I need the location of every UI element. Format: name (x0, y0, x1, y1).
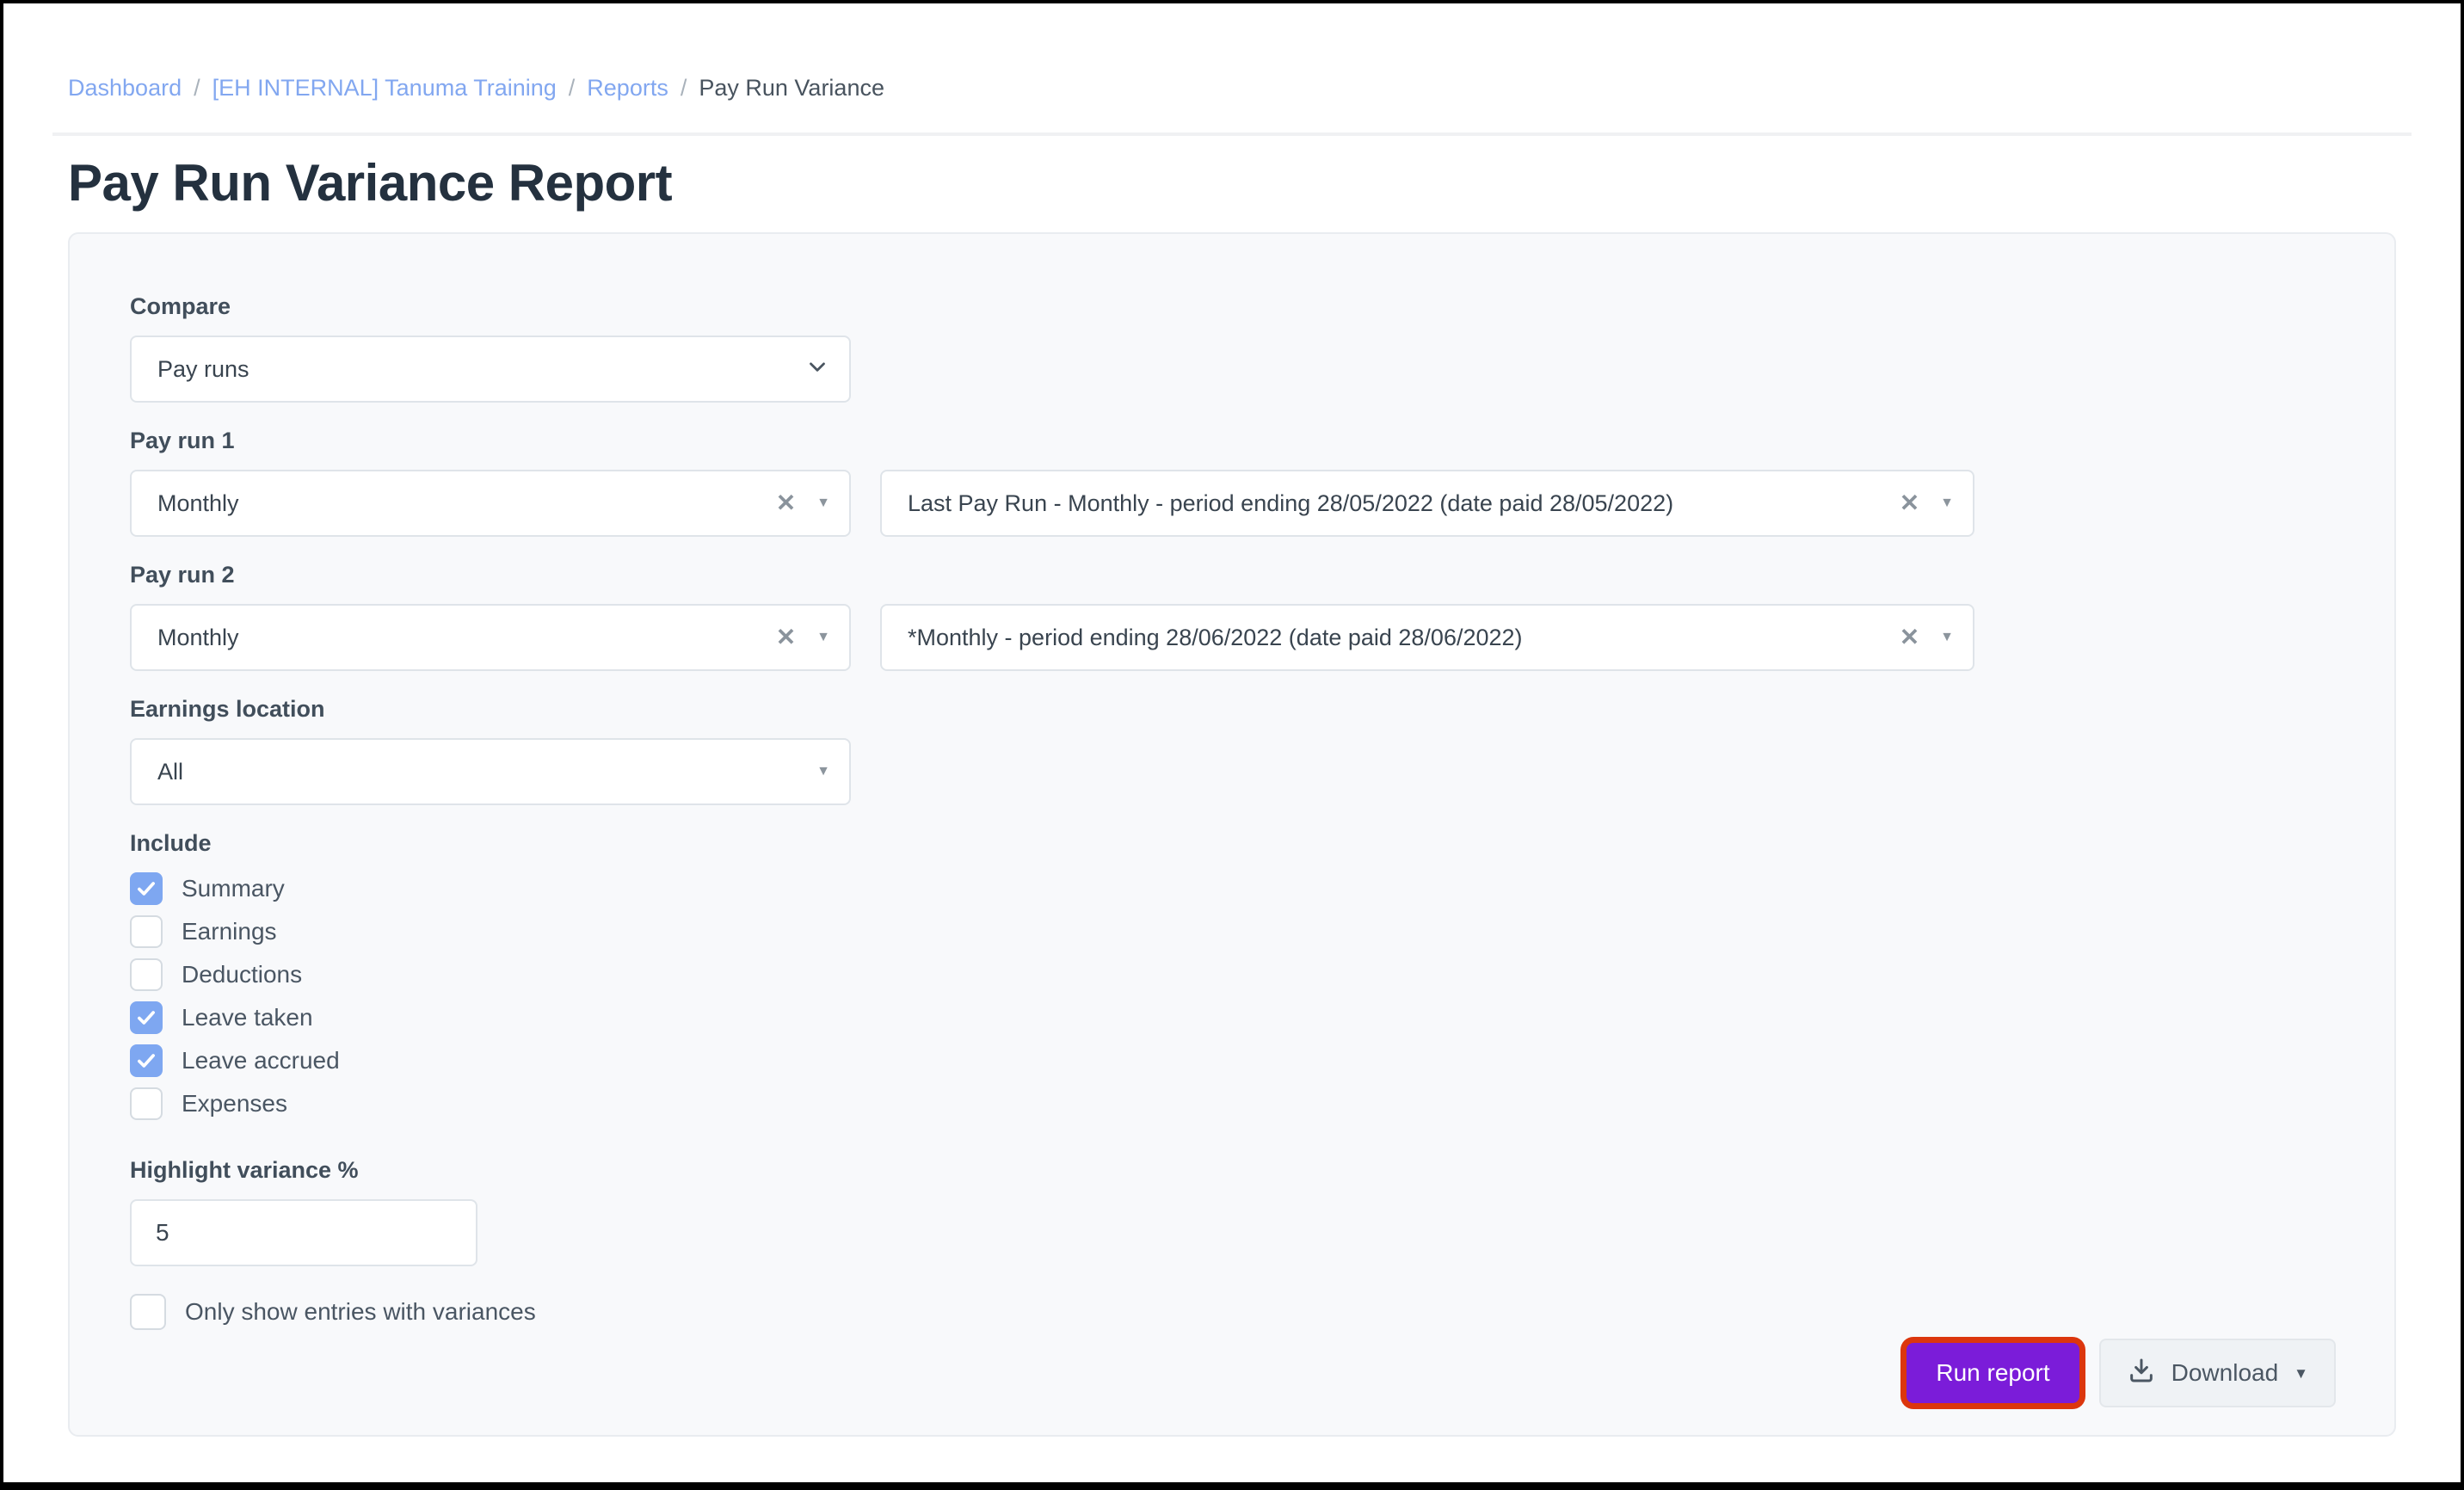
clear-icon[interactable]: ✕ (776, 625, 796, 650)
checkbox-label: Leave accrued (182, 1047, 340, 1074)
page-content: Dashboard / [EH INTERNAL] Tanuma Trainin… (3, 3, 2461, 1437)
clear-icon[interactable]: ✕ (776, 491, 796, 515)
highlight-variance-input[interactable] (130, 1199, 477, 1266)
pay-run-2-label: Pay run 2 (130, 561, 2336, 588)
report-settings-card: Compare Pay runs Pay run 1 Monthly ✕ ▼ (68, 232, 2396, 1437)
earnings-location-select[interactable]: All ▼ (130, 738, 851, 805)
pay-run-1-label: Pay run 1 (130, 427, 2336, 454)
leave-accrued-checkbox[interactable] (130, 1044, 163, 1077)
checkbox-row-earnings[interactable]: Earnings (130, 910, 2336, 953)
breadcrumb-organisation[interactable]: [EH INTERNAL] Tanuma Training (213, 74, 557, 102)
pay-run-2-field-group: Pay run 2 Monthly ✕ ▼ *Monthly - period … (130, 561, 2336, 671)
breadcrumb-separator: / (569, 74, 576, 102)
pay-run-2-schedule-value: Monthly (157, 625, 776, 651)
compare-select-value: Pay runs (157, 356, 804, 383)
pay-run-1-schedule-value: Monthly (157, 490, 776, 517)
earnings-location-label: Earnings location (130, 695, 2336, 723)
breadcrumb: Dashboard / [EH INTERNAL] Tanuma Trainin… (68, 3, 2396, 102)
leave-taken-checkbox[interactable] (130, 1001, 163, 1034)
caret-down-icon: ▼ (2294, 1366, 2308, 1381)
chevron-down-icon (804, 354, 830, 385)
checkmark-icon (135, 877, 157, 900)
compare-label: Compare (130, 292, 2336, 320)
summary-checkbox[interactable] (130, 872, 163, 905)
pay-run-2-payrun-value: *Monthly - period ending 28/06/2022 (dat… (908, 625, 1900, 651)
only-variances-checkbox[interactable] (130, 1294, 166, 1330)
checkmark-icon (135, 1007, 157, 1029)
download-icon (2127, 1356, 2156, 1391)
pay-run-1-payrun-value: Last Pay Run - Monthly - period ending 2… (908, 490, 1900, 517)
checkbox-label: Summary (182, 875, 285, 902)
include-label: Include (130, 829, 2336, 857)
earnings-location-value: All (157, 759, 816, 785)
deductions-checkbox[interactable] (130, 958, 163, 991)
compare-field-group: Compare Pay runs (130, 292, 2336, 403)
footer-actions: Run report Download ▼ (130, 1337, 2336, 1409)
checkbox-row-leave-taken[interactable]: Leave taken (130, 996, 2336, 1039)
clear-icon[interactable]: ✕ (1900, 491, 1919, 515)
breadcrumb-separator: / (681, 74, 687, 102)
caret-down-icon[interactable]: ▼ (1940, 631, 1954, 644)
breadcrumb-reports[interactable]: Reports (587, 74, 668, 102)
checkbox-label: Leave taken (182, 1004, 313, 1031)
include-field-group: Include Summary Earnings (130, 829, 2336, 1125)
checkbox-label: Earnings (182, 918, 277, 945)
only-variances-label: Only show entries with variances (185, 1298, 536, 1326)
pay-run-1-payrun-select[interactable]: Last Pay Run - Monthly - period ending 2… (880, 470, 1974, 537)
checkmark-icon (135, 1050, 157, 1072)
clear-icon[interactable]: ✕ (1900, 625, 1919, 650)
highlight-variance-field-group: Highlight variance % (130, 1156, 2336, 1266)
checkbox-label: Deductions (182, 961, 302, 988)
checkbox-row-summary[interactable]: Summary (130, 867, 2336, 910)
page-title: Pay Run Variance Report (68, 157, 2396, 210)
highlight-variance-label: Highlight variance % (130, 1156, 2336, 1184)
compare-select[interactable]: Pay runs (130, 336, 851, 403)
breadcrumb-separator: / (194, 74, 200, 102)
caret-down-icon[interactable]: ▼ (816, 765, 830, 779)
expenses-checkbox[interactable] (130, 1087, 163, 1120)
caret-down-icon[interactable]: ▼ (816, 496, 830, 510)
checkbox-row-leave-accrued[interactable]: Leave accrued (130, 1039, 2336, 1082)
download-button[interactable]: Download ▼ (2099, 1339, 2336, 1407)
breadcrumb-current-page: Pay Run Variance (699, 74, 884, 102)
only-variances-row[interactable]: Only show entries with variances (130, 1289, 2336, 1335)
pay-run-2-payrun-select[interactable]: *Monthly - period ending 28/06/2022 (dat… (880, 604, 1974, 671)
earnings-location-field-group: Earnings location All ▼ (130, 695, 2336, 805)
pay-run-1-schedule-select[interactable]: Monthly ✕ ▼ (130, 470, 851, 537)
pay-run-1-field-group: Pay run 1 Monthly ✕ ▼ Last Pay Run - Mon… (130, 427, 2336, 537)
screenshot-frame: Dashboard / [EH INTERNAL] Tanuma Trainin… (0, 0, 2464, 1490)
earnings-checkbox[interactable] (130, 915, 163, 948)
checkbox-row-expenses[interactable]: Expenses (130, 1082, 2336, 1125)
breadcrumb-dashboard[interactable]: Dashboard (68, 74, 182, 102)
checkbox-label: Expenses (182, 1090, 287, 1118)
pay-run-2-schedule-select[interactable]: Monthly ✕ ▼ (130, 604, 851, 671)
caret-down-icon[interactable]: ▼ (1940, 496, 1954, 510)
header-divider (52, 132, 2412, 136)
run-report-button[interactable]: Run report (1907, 1343, 2079, 1403)
download-button-label: Download (2171, 1359, 2279, 1387)
caret-down-icon[interactable]: ▼ (816, 631, 830, 644)
checkbox-row-deductions[interactable]: Deductions (130, 953, 2336, 996)
